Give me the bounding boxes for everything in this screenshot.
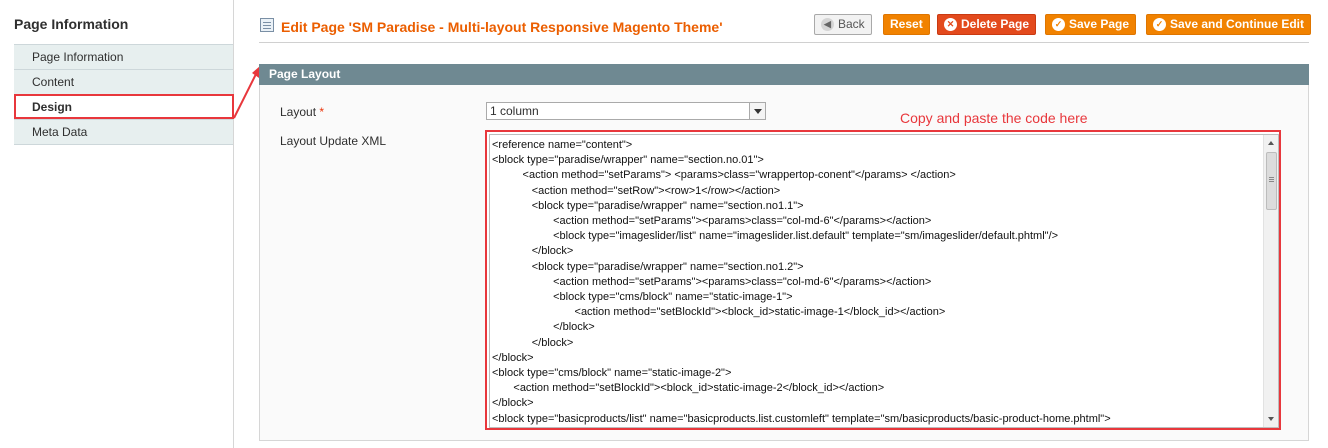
chevron-down-icon[interactable] <box>749 103 765 119</box>
save-page-button[interactable]: ✓ Save Page <box>1045 14 1137 35</box>
layout-update-xml-textarea[interactable]: <reference name="content"> <block type="p… <box>489 134 1279 428</box>
xml-line: <action method="setBlockId"><block_id>st… <box>492 382 885 395</box>
xml-line: </block> <box>492 245 574 258</box>
save-and-continue-button[interactable]: ✓ Save and Continue Edit <box>1146 14 1312 35</box>
xml-line: <block type="paradise/wrapper" name="sec… <box>492 199 804 212</box>
xml-line: <block type="cms/block" name="static-ima… <box>492 367 732 380</box>
save-continue-button-label: Save and Continue Edit <box>1170 17 1305 31</box>
section-title: Page Layout <box>259 64 1309 85</box>
xml-line: </block> <box>492 351 534 364</box>
xml-line: <action method="setRow"><row>1</row></ac… <box>492 184 781 197</box>
delete-page-button[interactable]: ✕ Delete Page <box>937 14 1037 35</box>
delete-icon: ✕ <box>944 18 957 31</box>
paste-annotation: Copy and paste the code here <box>900 110 1088 126</box>
back-button-label: Back <box>838 17 865 31</box>
page-edit-icon <box>260 18 274 32</box>
scroll-thumb[interactable] <box>1266 152 1277 210</box>
layout-update-xml-label: Layout Update XML <box>280 134 387 148</box>
tab-page-information[interactable]: Page Information <box>14 45 233 70</box>
design-tab-highlight <box>14 94 234 119</box>
checkmark-icon: ✓ <box>1153 18 1166 31</box>
xml-line: <block type="imageslider/list" name="ima… <box>492 230 1059 243</box>
xml-line: <reference name="content"> <box>492 139 633 151</box>
layout-select[interactable]: 1 column <box>486 102 766 120</box>
sidebar-title: Page Information <box>14 16 129 32</box>
layout-label: Layout * <box>280 105 324 119</box>
layout-label-text: Layout <box>280 105 317 119</box>
callout-arrow-icon <box>233 66 260 119</box>
delete-button-label: Delete Page <box>961 17 1030 31</box>
checkmark-icon: ✓ <box>1052 18 1065 31</box>
xml-line: <block type="paradise/wrapper" name="sec… <box>492 260 804 273</box>
tab-meta-data[interactable]: Meta Data <box>14 120 233 145</box>
scroll-down-icon[interactable] <box>1264 412 1278 427</box>
xml-line: <block type="paradise/wrapper" name="sec… <box>492 154 764 167</box>
xml-line: <action method="setBlockId"><block_id>st… <box>492 306 946 319</box>
back-arrow-icon: ◀ <box>821 18 834 31</box>
textarea-scrollbar[interactable] <box>1263 135 1278 427</box>
sidebar: Page Information Page Information Conten… <box>0 0 234 448</box>
reset-button[interactable]: Reset <box>883 14 930 35</box>
xml-line: <action method="setParams"> <params>clas… <box>492 169 956 182</box>
page-title: Edit Page 'SM Paradise - Multi-layout Re… <box>281 19 723 35</box>
scroll-up-icon[interactable] <box>1264 135 1278 150</box>
xml-line: </block> <box>492 321 595 334</box>
xml-line: <action method="setParams"><params>class… <box>492 275 932 288</box>
xml-line: <block type="basicproducts/list" name="b… <box>492 412 1111 425</box>
header-divider <box>259 42 1309 43</box>
xml-line: </block> <box>492 397 534 410</box>
required-marker: * <box>319 105 325 119</box>
xml-line: </block> <box>492 336 574 349</box>
tab-content[interactable]: Content <box>14 70 233 95</box>
reset-button-label: Reset <box>890 17 923 31</box>
save-button-label: Save Page <box>1069 17 1130 31</box>
back-button[interactable]: ◀ Back <box>814 14 872 35</box>
layout-select-value: 1 column <box>490 104 539 118</box>
xml-line: <block type="cms/block" name="static-ima… <box>492 291 793 304</box>
xml-highlight-box: <reference name="content"> <block type="p… <box>485 130 1281 430</box>
xml-line: <action method="setParams"><params>class… <box>492 215 932 228</box>
xml-content: <reference name="content"> <block type="p… <box>492 138 1111 427</box>
